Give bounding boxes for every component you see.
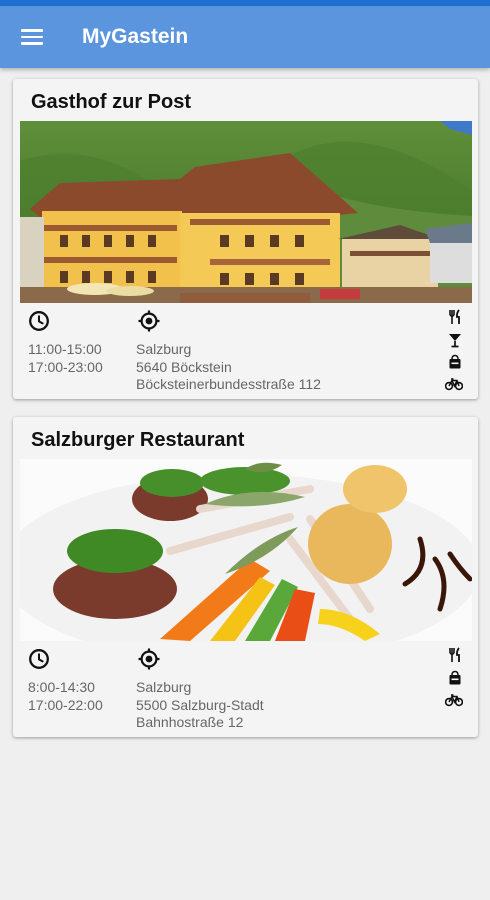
clock-icon: [29, 649, 49, 669]
bicycle-icon: [445, 694, 463, 707]
opening-hours: 11:00-15:00 17:00-23:00: [28, 341, 103, 376]
bicycle-icon: [445, 378, 463, 391]
address: Salzburg 5500 Salzburg-Stadt Bahnhostraß…: [136, 679, 264, 732]
address-city: 5500 Salzburg-Stadt: [136, 696, 264, 713]
restaurant-photo: [20, 121, 472, 303]
cocktail-glass-icon: [449, 334, 461, 348]
hamburger-menu-icon: [21, 29, 43, 45]
location-crosshair-icon: [138, 310, 160, 332]
restaurant-name: Gasthof zur Post: [31, 91, 192, 113]
hours-lunch: 8:00-14:30: [28, 679, 95, 695]
address-city: 5640 Böckstein: [136, 358, 232, 375]
restaurant-card[interactable]: Gasthof zur Post 11:00-15:00 17:00-23:00…: [13, 79, 478, 399]
takeaway-icon: [449, 670, 461, 685]
address-street: Böcksteinerbundesstraße 112: [136, 376, 321, 392]
address-region: Salzburg: [136, 341, 192, 357]
restaurant-name: Salzburger Restaurant: [31, 429, 245, 451]
hours-dinner: 17:00-23:00: [28, 358, 103, 375]
clock-icon: [29, 311, 49, 331]
app-title: MyGastein: [82, 25, 189, 48]
opening-hours: 8:00-14:30 17:00-22:00: [28, 679, 103, 714]
address-region: Salzburg: [136, 679, 192, 695]
address-street: Bahnhostraße 12: [136, 714, 244, 730]
takeaway-icon: [449, 354, 461, 369]
app-bar: MyGastein: [0, 6, 490, 68]
hours-lunch: 11:00-15:00: [28, 341, 102, 357]
menu-button[interactable]: [0, 6, 64, 68]
restaurant-card[interactable]: Salzburger Restaurant 8:00-14:30 17:00-2…: [13, 417, 478, 737]
location-crosshair-icon: [138, 648, 160, 670]
cutlery-icon: [449, 309, 460, 324]
cutlery-icon: [449, 647, 460, 662]
address: Salzburg 5640 Böckstein Böcksteinerbunde…: [136, 341, 321, 394]
restaurant-photo: [20, 459, 472, 641]
hours-dinner: 17:00-22:00: [28, 696, 103, 713]
